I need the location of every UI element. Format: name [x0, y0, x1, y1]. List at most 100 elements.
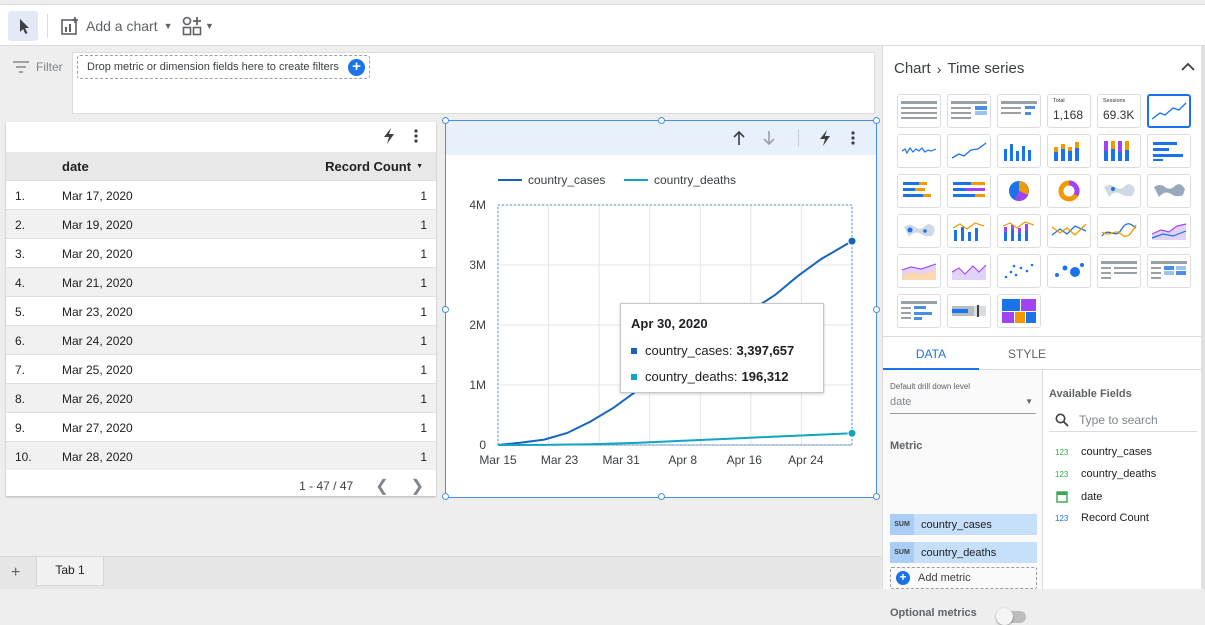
- resize-handle[interactable]: [442, 493, 449, 500]
- field-record-count[interactable]: 123 Record Count: [1055, 512, 1149, 524]
- chart-type-scorecard-sessions[interactable]: Sessions 69.3K: [1097, 94, 1141, 128]
- resize-handle[interactable]: [873, 117, 880, 124]
- resize-handle[interactable]: [873, 306, 880, 313]
- chart-type-stacked-horizontal-bar[interactable]: [897, 174, 941, 208]
- chart-type-stacked-100-horizontal-bar[interactable]: [947, 174, 991, 208]
- collapse-icon[interactable]: [1181, 62, 1195, 72]
- chart-type-scorecard-total[interactable]: Total 1,168: [1047, 94, 1091, 128]
- chart-type-table-bars[interactable]: [997, 94, 1041, 128]
- resize-handle[interactable]: [873, 493, 880, 500]
- field-date[interactable]: date: [1055, 490, 1102, 503]
- chevron-right-icon: ›: [936, 60, 942, 77]
- metric-chip-country-deaths[interactable]: SUM country_deaths: [890, 542, 1037, 563]
- resize-handle[interactable]: [442, 306, 449, 313]
- resize-handle[interactable]: [442, 117, 449, 124]
- chart-type-line-multi[interactable]: [1047, 214, 1091, 248]
- metric-chip-country-cases[interactable]: SUM country_cases: [890, 514, 1037, 535]
- table-row[interactable]: 7. Mar 25, 2020 1: [6, 354, 436, 383]
- table-row[interactable]: 1. Mar 17, 2020 1: [6, 180, 436, 209]
- chart-type-bar[interactable]: [997, 134, 1041, 168]
- tab-style[interactable]: STYLE: [979, 337, 1075, 370]
- scorecard-value: 69.3K: [1103, 108, 1135, 122]
- chart-type-area[interactable]: [1147, 214, 1191, 248]
- prev-page-icon[interactable]: ❮: [375, 476, 388, 496]
- chart-type-google-map[interactable]: [1147, 174, 1191, 208]
- chart-type-bubble[interactable]: [1047, 254, 1091, 288]
- arrow-up-icon[interactable]: [732, 130, 746, 146]
- row-number: 5.: [15, 305, 26, 319]
- table-row[interactable]: 5. Mar 23, 2020 1: [6, 296, 436, 325]
- select-tool-button[interactable]: [8, 11, 38, 41]
- lightning-icon[interactable]: [818, 130, 832, 146]
- table-row[interactable]: 9. Mar 27, 2020 1: [6, 412, 436, 441]
- panel-scrollbar[interactable]: [1201, 46, 1205, 589]
- add-filter-icon[interactable]: +: [348, 59, 365, 76]
- add-control-button[interactable]: ▼: [181, 14, 214, 38]
- more-vert-icon[interactable]: [851, 130, 855, 146]
- chart-type-geo-map[interactable]: [1097, 174, 1141, 208]
- chart-type-sparkline[interactable]: [897, 134, 941, 168]
- filter-dropzone[interactable]: Drop metric or dimension fields here to …: [77, 55, 370, 79]
- chart-type-combo[interactable]: [947, 214, 991, 248]
- table-row[interactable]: 10. Mar 28, 2020 1: [6, 441, 436, 470]
- table-row[interactable]: 4. Mar 21, 2020 1: [6, 267, 436, 296]
- next-page-icon[interactable]: ❯: [411, 476, 424, 496]
- chart-type-donut[interactable]: [1047, 174, 1091, 208]
- chart-type-pivot-heatmap[interactable]: [1147, 254, 1191, 288]
- chart-type-table-heatmap[interactable]: [947, 94, 991, 128]
- column-header-record-count[interactable]: Record Count ▼: [325, 159, 423, 174]
- chart-type-horizontal-bar[interactable]: [1147, 134, 1191, 168]
- table-chart[interactable]: date Record Count ▼ 1. Mar 17, 2020 1 2. Mar…: [6, 122, 436, 496]
- optional-metrics-toggle[interactable]: [996, 608, 1026, 625]
- add-metric-button[interactable]: + Add metric: [890, 567, 1037, 589]
- table-row[interactable]: 6. Mar 24, 2020 1: [6, 325, 436, 354]
- chart-type-treemap[interactable]: [997, 294, 1041, 328]
- arrow-down-icon[interactable]: [762, 130, 776, 146]
- chart-type-bullet[interactable]: [947, 294, 991, 328]
- y-tick-label: 3M: [469, 258, 486, 272]
- aggregation-badge[interactable]: SUM: [890, 514, 914, 535]
- resize-handle[interactable]: [658, 117, 665, 124]
- chart-type-time-series[interactable]: [1147, 94, 1191, 128]
- metric-name: country_deaths: [921, 546, 997, 559]
- drill-down-select[interactable]: date ▼: [890, 394, 1036, 414]
- chart-type-table[interactable]: [897, 94, 941, 128]
- page-tab-1[interactable]: Tab 1: [36, 557, 104, 586]
- drill-down-label: Default drill down level: [890, 382, 971, 391]
- series-swatch: [631, 347, 637, 354]
- tooltip-value: 3,397,657: [736, 343, 795, 358]
- chart-type-smoothed-line[interactable]: [1097, 214, 1141, 248]
- field-country-deaths[interactable]: 123 country_deaths: [1055, 468, 1156, 480]
- chart-type-stacked-area[interactable]: [897, 254, 941, 288]
- chart-type-pivot-table[interactable]: [1097, 254, 1141, 288]
- chart-type-stacked-area-100[interactable]: [947, 254, 991, 288]
- more-vert-icon[interactable]: [414, 128, 418, 144]
- add-chart-button[interactable]: Add a chart ▼: [60, 14, 173, 38]
- row-number: 9.: [15, 421, 26, 435]
- breadcrumb-root[interactable]: Chart: [894, 60, 931, 77]
- chart-type-bubble-map[interactable]: [897, 214, 941, 248]
- chart-type-stacked-bar[interactable]: [1047, 134, 1091, 168]
- add-page-button[interactable]: +: [11, 564, 20, 582]
- table-row[interactable]: 8. Mar 26, 2020 1: [6, 383, 436, 412]
- table-row[interactable]: 2. Mar 19, 2020 1: [6, 209, 436, 238]
- drill-down-value: date: [890, 396, 912, 408]
- lightning-icon[interactable]: [382, 128, 396, 144]
- column-header-date[interactable]: date: [62, 159, 89, 174]
- chart-type-stacked-100-bar[interactable]: [1097, 134, 1141, 168]
- chart-type-pie[interactable]: [997, 174, 1041, 208]
- chart-type-pivot-bars[interactable]: [897, 294, 941, 328]
- resize-handle[interactable]: [658, 493, 665, 500]
- tab-data[interactable]: DATA: [883, 337, 979, 370]
- table-row[interactable]: 3. Mar 20, 2020 1: [6, 238, 436, 267]
- chart-type-stacked-combo[interactable]: [997, 214, 1041, 248]
- field-country-cases[interactable]: 123 country_cases: [1055, 446, 1152, 458]
- chart-type-line[interactable]: [947, 134, 991, 168]
- time-series-chart[interactable]: 0 1M 2M 3M 4M Mar 15 Mar 23 Mar 31 Apr 8 Apr 16 Ap…: [442, 117, 880, 500]
- number-type-icon: 123: [1055, 447, 1069, 457]
- field-search-input[interactable]: Type to search: [1049, 408, 1197, 432]
- chart-type-scatter[interactable]: [997, 254, 1041, 288]
- aggregation-badge[interactable]: SUM: [890, 542, 914, 563]
- filter-area[interactable]: Drop metric or dimension fields here to …: [72, 52, 875, 114]
- toolbar-divider: [47, 14, 48, 38]
